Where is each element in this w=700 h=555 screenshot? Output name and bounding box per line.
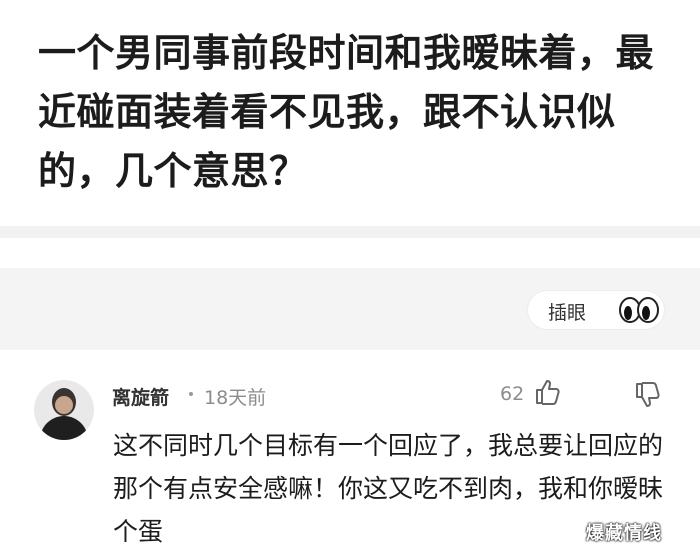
comment-time: 18天前 <box>204 387 267 409</box>
avatar-body <box>40 416 88 440</box>
watermark: 爆藏情线 <box>586 523 662 544</box>
like-count: 62 <box>500 383 525 405</box>
eyes-icon[interactable] <box>618 296 660 324</box>
divider <box>0 226 700 238</box>
spacer <box>0 238 700 268</box>
question-title: 一个男同事前段时间和我暧昧着，最近碰面装着看不见我，跟不认识似的，几个意思？ <box>38 31 655 193</box>
separator-dot <box>189 392 193 396</box>
thumbs-down-icon[interactable] <box>634 381 662 409</box>
question-card: 一个男同事前段时间和我暧昧着，最近碰面装着看不见我，跟不认识似的，几个意思？ <box>0 0 700 240</box>
avatar[interactable] <box>34 380 94 440</box>
commenter-name[interactable]: 离旋箭 <box>112 383 169 410</box>
peek-button-label[interactable]: 插眼 <box>548 298 586 325</box>
avatar-face <box>55 396 73 414</box>
thumbs-up-icon[interactable] <box>534 378 562 406</box>
